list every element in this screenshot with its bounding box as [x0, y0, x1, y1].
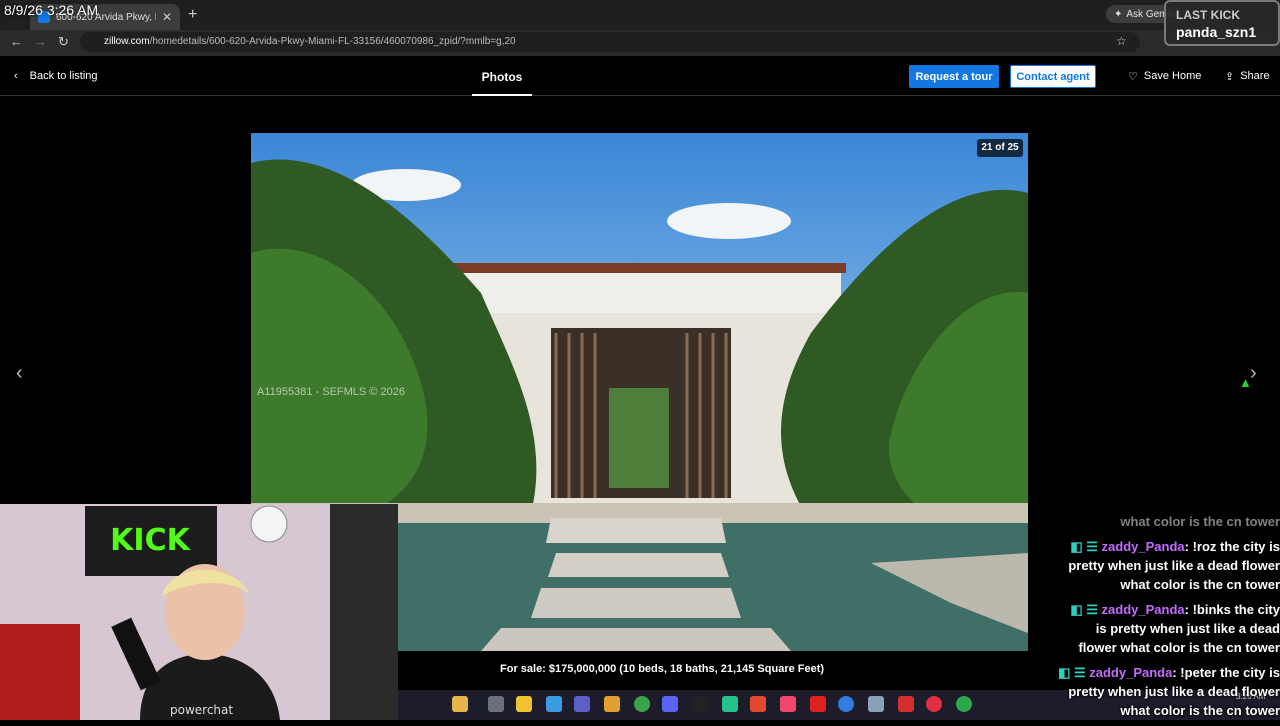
url-path: /homedetails/600-620-Arvida-Pkwy-Miami-F… — [149, 36, 516, 47]
cat-app-icon[interactable] — [452, 696, 468, 712]
stream-clock: 8/9/26 3:26 AM — [4, 2, 99, 18]
discord-icon[interactable] — [662, 696, 678, 712]
chat-message: ◧ ☰ zaddy_Panda: !roz the city is pretty… — [1068, 539, 1280, 592]
share-label: Share — [1240, 70, 1270, 82]
chrome-icon[interactable] — [634, 696, 650, 712]
chat-badge-icon: ◧ ☰ — [1058, 665, 1086, 680]
chat-username: zaddy_Panda — [1101, 602, 1185, 617]
app-window-icon[interactable] — [868, 696, 884, 712]
teams-icon[interactable] — [574, 696, 590, 712]
back-arrow-icon[interactable]: ← — [10, 34, 23, 49]
file-explorer-icon[interactable] — [516, 696, 532, 712]
contact-agent-button[interactable]: Contact agent — [1010, 65, 1096, 88]
brave-icon[interactable] — [750, 696, 766, 712]
share-icon: ⇪ — [1225, 71, 1235, 83]
previous-photo-icon[interactable]: ‹ — [16, 362, 23, 385]
copilot-icon[interactable] — [546, 696, 562, 712]
reload-icon[interactable]: ↻ — [58, 34, 69, 50]
app-red-icon[interactable] — [810, 696, 826, 712]
last-kick-title: LAST KICK — [1176, 8, 1240, 22]
chat-message: ◧ ☰ zaddy_Panda: !binks the city is pret… — [1070, 602, 1280, 655]
address-bar[interactable]: zillow.com/homedetails/600-620-Arvida-Pk… — [80, 32, 1140, 52]
stream-chat-overlay: what color is the cn tower ◧ ☰ zaddy_Pan… — [1058, 512, 1280, 726]
chevron-left-icon: ‹ — [14, 70, 18, 82]
gemini-icon: ✦ — [1114, 8, 1123, 20]
chat-badge-icon: ◧ ☰ — [1070, 539, 1098, 554]
back-to-listing-label: Back to listing — [29, 70, 98, 82]
mouse-cursor-icon: ▲ — [1239, 375, 1252, 390]
tab-photos[interactable]: Photos — [472, 62, 532, 96]
new-tab-icon[interactable]: + — [188, 6, 197, 24]
forward-arrow-icon[interactable]: → — [34, 34, 47, 49]
close-tab-icon[interactable]: ✕ — [162, 10, 172, 24]
photo-caption: For sale: $175,000,000 (10 beds, 18 bath… — [500, 663, 825, 675]
photo-watermark: A11955381 - SEFMLS © 2026 — [257, 386, 405, 398]
chat-username: zaddy_Panda — [1089, 665, 1173, 680]
back-to-listing-link[interactable]: ‹ Back to listing — [14, 70, 98, 82]
photo-counter: 21 of 25 — [977, 139, 1023, 157]
url-host: zillow.com — [104, 36, 150, 47]
chat-username: zaddy_Panda — [1101, 539, 1185, 554]
save-home-button[interactable]: ♡ Save Home — [1128, 70, 1201, 83]
kick-banner: KICK — [110, 523, 191, 558]
help-icon[interactable] — [838, 696, 854, 712]
shirt-text: powerchat — [170, 703, 233, 717]
store-icon[interactable] — [604, 696, 620, 712]
opera-icon[interactable] — [926, 696, 942, 712]
last-kick-user: panda_szn1 — [1176, 24, 1257, 40]
request-tour-button[interactable]: Request a tour — [909, 65, 999, 88]
webcam-feed: KICK powerchat — [0, 504, 398, 720]
heart-icon: ♡ — [1128, 71, 1138, 83]
last-kick-overlay: LAST KICK panda_szn1 — [1164, 0, 1280, 46]
share-button[interactable]: ⇪ Share — [1225, 70, 1270, 83]
bookmark-star-icon[interactable]: ☆ — [1116, 34, 1127, 48]
music-icon[interactable] — [780, 696, 796, 712]
streamer-webcam: KICK powerchat — [0, 504, 398, 720]
obs-icon[interactable] — [692, 696, 708, 712]
chat-message: ◧ ☰ zaddy_Panda: !peter the city is pret… — [1058, 665, 1280, 718]
kick-app-icon[interactable] — [722, 696, 738, 712]
task-view-icon[interactable] — [488, 696, 504, 712]
save-home-label: Save Home — [1143, 70, 1202, 82]
chat-badge-icon: ◧ ☰ — [1070, 602, 1098, 617]
xbox-icon[interactable] — [956, 696, 972, 712]
app-game-icon[interactable] — [898, 696, 914, 712]
chat-faded-line: what color is the cn tower — [1120, 514, 1280, 529]
